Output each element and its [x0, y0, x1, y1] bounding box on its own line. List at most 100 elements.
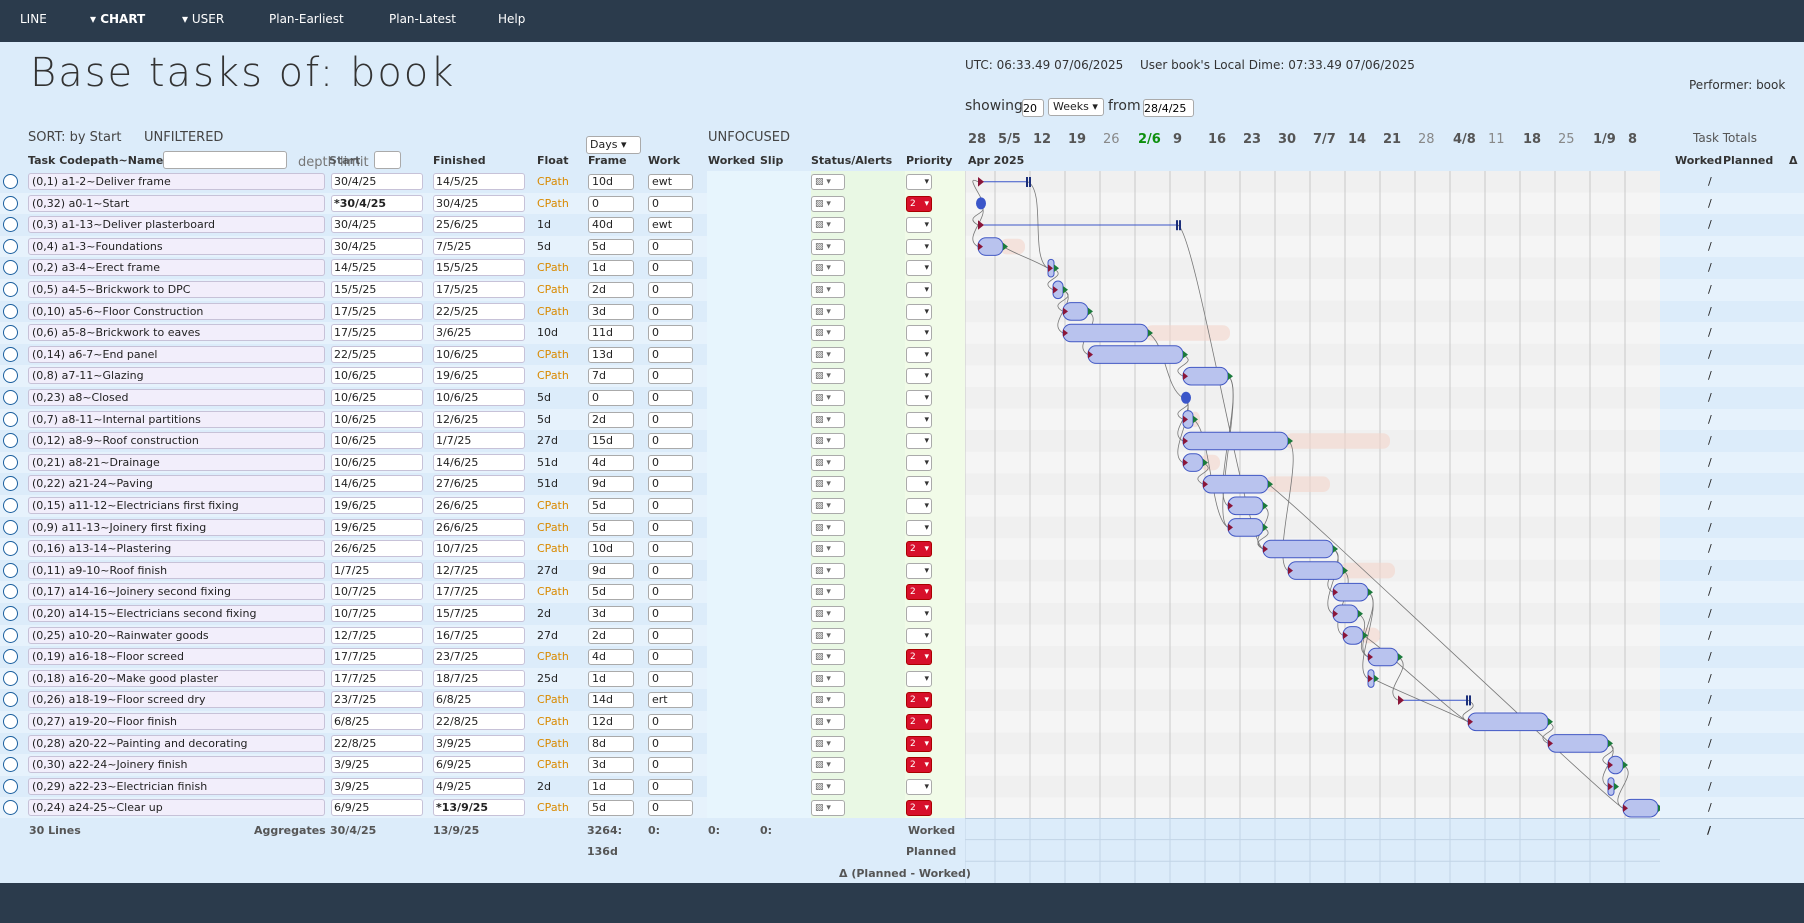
task-name-field[interactable]: (0,12) a8-9~Roof construction [28, 432, 325, 450]
frame-field[interactable]: 15d [588, 433, 634, 450]
frame-field[interactable]: 4d [588, 649, 634, 666]
status-select[interactable]: ▨ ▾ [811, 390, 845, 406]
table-row[interactable]: (0,5) a4-5~Brickwork to DPC 15/5/25 17/5… [0, 279, 965, 301]
col-finished[interactable]: Finished [433, 154, 486, 167]
start-date-field[interactable]: 3/9/25 [331, 756, 423, 774]
priority-select[interactable]: ▾ [906, 498, 932, 514]
frame-field[interactable]: 0 [588, 195, 634, 212]
start-date-field[interactable]: 14/6/25 [331, 475, 423, 493]
frame-field[interactable]: 9d [588, 476, 634, 493]
priority-select[interactable]: ▾ [906, 346, 932, 363]
frame-field[interactable]: 3d [588, 303, 634, 320]
col-slip[interactable]: Slip [760, 154, 783, 167]
status-select[interactable]: ▨ ▾ [811, 346, 845, 363]
col-start[interactable]: Start [329, 154, 360, 167]
work-field[interactable]: 0 [648, 498, 693, 514]
frame-field[interactable]: 13d [588, 346, 634, 363]
priority-select[interactable]: 2 ▾ [906, 541, 932, 558]
row-select-radio[interactable] [3, 174, 18, 189]
frame-field[interactable]: 2d [588, 282, 634, 298]
work-field[interactable]: 0 [648, 584, 693, 601]
row-select-radio[interactable] [3, 800, 18, 816]
start-date-field[interactable]: 14/5/25 [331, 259, 423, 277]
finished-date-field[interactable]: 7/5/25 [433, 237, 525, 255]
priority-select[interactable]: ▾ [906, 476, 932, 493]
priority-select[interactable]: ▾ [906, 454, 932, 471]
col-work[interactable]: Work [648, 154, 680, 167]
work-field[interactable]: 0 [648, 303, 693, 320]
frame-field[interactable]: 7d [588, 368, 634, 385]
row-select-radio[interactable] [3, 454, 18, 470]
finished-date-field[interactable]: 4/9/25 [433, 777, 525, 795]
work-field[interactable]: ert [648, 692, 693, 709]
work-field[interactable]: 0 [648, 606, 693, 622]
row-select-radio[interactable] [3, 649, 18, 665]
status-select[interactable]: ▨ ▾ [811, 260, 845, 277]
task-name-field[interactable]: (0,5) a4-5~Brickwork to DPC [28, 281, 325, 298]
finished-date-field[interactable]: 26/6/25 [433, 497, 525, 514]
task-name-field[interactable]: (0,10) a5-6~Floor Construction [28, 302, 325, 320]
table-row[interactable]: (0,28) a20-22~Painting and decorating 22… [0, 732, 965, 755]
start-date-field[interactable]: 17/5/25 [331, 324, 423, 342]
work-field[interactable]: 0 [648, 735, 693, 752]
row-select-radio[interactable] [3, 757, 18, 773]
col-worked[interactable]: Worked [708, 154, 755, 167]
priority-select[interactable]: ▾ [906, 303, 932, 320]
row-select-radio[interactable] [3, 498, 18, 513]
days-select[interactable]: Days ▾ [586, 136, 641, 154]
start-date-field[interactable]: 17/7/25 [331, 648, 423, 666]
col-status[interactable]: Status/Alerts [811, 154, 892, 167]
frame-field[interactable]: 3d [588, 606, 634, 622]
finished-date-field[interactable]: 3/9/25 [433, 734, 525, 752]
frame-field[interactable]: 5d [588, 498, 634, 514]
finished-date-field[interactable]: 30/4/25 [433, 194, 525, 212]
frame-field[interactable]: 2d [588, 411, 634, 428]
finished-date-field[interactable]: 1/7/25 [433, 432, 525, 450]
work-field[interactable]: 0 [648, 454, 693, 471]
frame-field[interactable]: 1d [588, 778, 634, 795]
status-select[interactable]: ▨ ▾ [811, 282, 845, 298]
row-select-radio[interactable] [3, 325, 18, 341]
row-select-radio[interactable] [3, 238, 18, 254]
finished-date-field[interactable]: 10/6/25 [433, 389, 525, 406]
task-name-field[interactable]: (0,6) a5-8~Brickwork to eaves [28, 324, 325, 342]
finished-date-field[interactable]: 12/6/25 [433, 410, 525, 428]
priority-select[interactable]: 2 ▾ [906, 735, 932, 752]
priority-select[interactable]: ▾ [906, 260, 932, 277]
table-row[interactable]: (0,30) a22-24~Joinery finish 3/9/25 6/9/… [0, 754, 965, 776]
task-name-field[interactable]: (0,16) a13-14~Plastering [28, 540, 325, 558]
table-row[interactable]: (0,2) a3-4~Erect frame 14/5/25 15/5/25 C… [0, 257, 965, 279]
row-select-radio[interactable] [3, 433, 18, 449]
table-row[interactable]: (0,1) a1-2~Deliver frame 30/4/25 14/5/25… [0, 171, 965, 193]
start-date-field[interactable]: 10/7/25 [331, 605, 423, 622]
status-select[interactable]: ▨ ▾ [811, 454, 845, 471]
depth-limit-input[interactable] [374, 151, 401, 169]
frame-field[interactable]: 1d [588, 670, 634, 687]
row-select-radio[interactable] [3, 778, 18, 794]
task-name-field[interactable]: (0,9) a11-13~Joinery first fixing [28, 518, 325, 536]
frame-field[interactable]: 5d [588, 519, 634, 536]
work-field[interactable]: ewt [648, 174, 693, 190]
priority-select[interactable]: ▾ [906, 238, 932, 255]
priority-select[interactable]: ▾ [906, 606, 932, 622]
task-name-field[interactable]: (0,28) a20-22~Painting and decorating [28, 734, 325, 752]
row-select-radio[interactable] [3, 217, 18, 233]
priority-select[interactable]: ▾ [906, 411, 932, 428]
table-row[interactable]: (0,23) a8~Closed 10/6/25 10/6/25 5d 0 0 … [0, 387, 965, 409]
status-select[interactable]: ▨ ▾ [811, 670, 845, 687]
table-row[interactable]: (0,4) a1-3~Foundations 30/4/25 7/5/25 5d… [0, 235, 965, 258]
task-name-field[interactable]: (0,24) a24-25~Clear up [28, 799, 325, 817]
table-row[interactable]: (0,14) a6-7~End panel 22/5/25 10/6/25 CP… [0, 343, 965, 366]
start-date-field[interactable]: 17/7/25 [331, 669, 423, 687]
frame-field[interactable]: 12d [588, 714, 634, 730]
table-row[interactable]: (0,29) a22-23~Electrician finish 3/9/25 … [0, 775, 965, 798]
frame-field[interactable]: 10d [588, 174, 634, 190]
col-priority[interactable]: Priority [906, 154, 952, 167]
work-field[interactable]: 0 [648, 238, 693, 255]
work-field[interactable]: 0 [648, 649, 693, 666]
start-date-field[interactable]: 10/6/25 [331, 432, 423, 450]
work-field[interactable]: 0 [648, 325, 693, 342]
priority-select[interactable]: 2 ▾ [906, 714, 932, 730]
menu-help[interactable]: Help [498, 12, 525, 26]
work-field[interactable]: 0 [648, 778, 693, 795]
